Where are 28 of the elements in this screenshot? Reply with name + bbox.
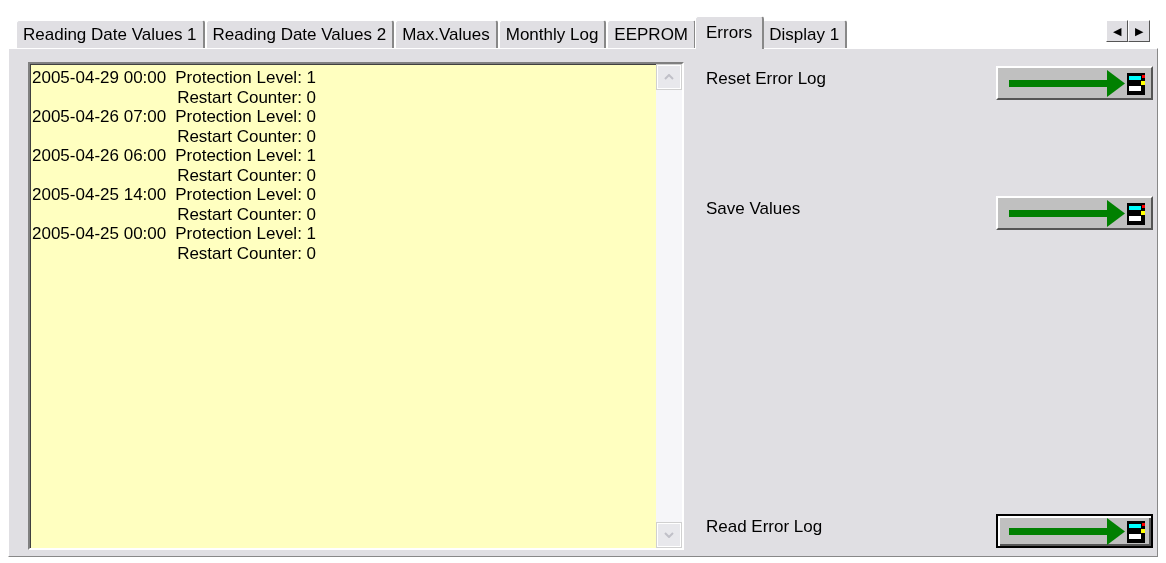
run-button[interactable] xyxy=(996,514,1153,548)
tab[interactable]: Display 1 xyxy=(762,20,848,48)
scroll-left-button[interactable]: ◀ xyxy=(1106,20,1128,42)
tab[interactable]: Reading Date Values 2 xyxy=(205,20,395,48)
log-restart-counter: Restart Counter: 0 xyxy=(176,204,317,224)
action-label: Reset Error Log xyxy=(706,68,826,89)
log-time: 2005-04-25 14:00 xyxy=(32,185,167,205)
tab[interactable]: Monthly Log xyxy=(498,20,607,48)
log-protection-level: Protection Level: 1 xyxy=(175,68,317,88)
log-restart-counter: Restart Counter: 0 xyxy=(176,165,317,185)
log-restart-counter: Restart Counter: 0 xyxy=(176,243,317,263)
action-label: Save Values xyxy=(706,198,801,219)
tab[interactable]: Max.Values xyxy=(395,20,498,48)
log-time: 2005-04-25 00:00 xyxy=(32,224,167,244)
log-protection-level: Protection Level: 0 xyxy=(175,185,317,205)
log-restart-counter: Restart Counter: 0 xyxy=(176,87,317,107)
scroll-right-button[interactable]: ▶ xyxy=(1128,20,1150,42)
action-label: Read Error Log xyxy=(706,516,823,537)
log-protection-level: Protection Level: 0 xyxy=(175,107,317,127)
tab[interactable]: EEPROM xyxy=(607,20,697,48)
log-restart-counter: Restart Counter: 0 xyxy=(176,126,317,146)
log-protection-level: Protection Level: 1 xyxy=(175,224,317,244)
log-protection-level: Protection Level: 1 xyxy=(175,146,317,166)
tab[interactable]: Errors xyxy=(695,16,765,49)
log-time: 2005-04-26 07:00 xyxy=(32,107,167,127)
log-time: 2005-04-26 06:00 xyxy=(32,146,167,166)
tab[interactable]: Reading Date Values 1 xyxy=(16,20,205,48)
log-time: 2005-04-29 00:00 xyxy=(32,68,167,88)
